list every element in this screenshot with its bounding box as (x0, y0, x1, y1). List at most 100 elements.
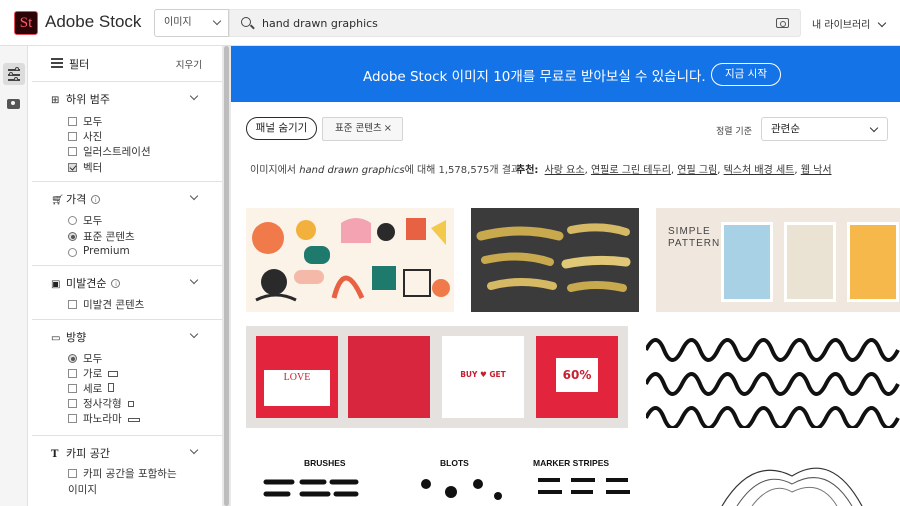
checkbox[interactable] (68, 369, 77, 378)
filter-section-copy-space: T 카피 공간 카피 공간을 포함하는 이미지 (32, 436, 222, 506)
square-icon (127, 401, 134, 407)
suggestion-link[interactable]: 연필 그림 (677, 165, 717, 176)
chevron-down-icon[interactable] (189, 91, 199, 101)
valentine-card: 60% (536, 336, 618, 418)
thumbnail-hands-sketch[interactable] (692, 444, 900, 506)
filter-section-undiscovered: ▣ 미발견순 i 미발견 콘텐츠 (32, 266, 222, 320)
hide-panel-button[interactable]: 패널 숨기기 (246, 117, 317, 140)
filter-section-orientation: ▭ 방향 모두 가로 세로 정사각형 파노라마 (32, 320, 222, 436)
checkbox[interactable] (68, 132, 77, 141)
section-header[interactable]: ▭ 방향 (51, 329, 86, 345)
suggestion-link[interactable]: 웹 낙서 (801, 165, 832, 176)
start-now-button[interactable]: 지금 시작 (711, 63, 781, 86)
sort-value: 관련순 (771, 123, 800, 135)
suggestions: 추천: 사랑 요소, 연필로 그린 테두리, 연필 그림, 텍스처 배경 세트,… (516, 165, 832, 176)
thumbnail-simple-pattern[interactable]: SIMPLE PATTERN (656, 208, 900, 312)
close-icon[interactable]: × (384, 118, 392, 140)
category-grid-icon: ⊞ (51, 95, 60, 106)
thumbnail-abstract-shapes[interactable] (246, 208, 454, 312)
filter-panel: 필터 지우기 ⊞ 하위 범주 모두 사진 일러스트레이션 벡터 🛒︎ 가격 i 모두 … (32, 46, 222, 506)
checkbox[interactable] (68, 384, 77, 393)
camera-icon[interactable] (776, 18, 789, 28)
filter-section-price: 🛒︎ 가격 i 모두 표준 콘텐츠 Premium (32, 182, 222, 266)
scribbles-image (646, 338, 900, 428)
checkbox[interactable] (68, 147, 77, 156)
suggestion-link[interactable]: 텍스처 배경 세트 (724, 165, 795, 176)
portrait-icon (108, 383, 115, 392)
top-bar: St Adobe Stock 이미지 내 라이브러리 (0, 0, 900, 46)
brush-samples-image (263, 478, 630, 500)
app-title[interactable]: Adobe Stock (45, 12, 141, 32)
suggestions-label: 추천: (516, 165, 539, 176)
search-bar (229, 9, 801, 37)
chip-label: 표준 콘텐츠 (335, 123, 382, 134)
abstract-shapes-image (252, 218, 450, 302)
info-icon[interactable]: i (111, 279, 121, 288)
radio[interactable] (68, 248, 77, 257)
filter-title: 필터 (69, 58, 90, 71)
asset-type-select[interactable]: 이미지 (154, 9, 229, 37)
thumbnail-valentine-cards[interactable]: LOVE BUY ♥ GET 60% (246, 326, 628, 428)
checkbox[interactable] (68, 300, 77, 309)
orientation-icon: ▭ (51, 333, 61, 344)
checkbox[interactable] (68, 399, 77, 408)
suggestion-link[interactable]: 연필로 그린 테두리 (591, 165, 671, 176)
cart-icon: 🛒︎ (51, 195, 64, 206)
result-query: hand drawn graphics (299, 165, 405, 176)
checkbox[interactable] (68, 163, 77, 172)
section-header[interactable]: T 카피 공간 (51, 445, 110, 461)
adobe-stock-logo[interactable]: St (14, 11, 38, 35)
result-count: 이미지에서 hand drawn graphics에 대해 1,578,575개… (250, 165, 521, 176)
hands-sketch-image (721, 467, 863, 506)
filter-sliders-icon (51, 57, 63, 69)
checkbox[interactable] (68, 469, 77, 478)
suggestion-link[interactable]: 사랑 요소 (545, 165, 585, 176)
thumbnail-curly-scribbles[interactable] (646, 326, 900, 428)
camera-icon[interactable] (7, 99, 20, 109)
asset-type-value: 이미지 (164, 17, 192, 28)
image-icon: ▣ (51, 279, 61, 290)
filter-section-category: ⊞ 하위 범주 모두 사진 일러스트레이션 벡터 (32, 82, 222, 182)
search-input[interactable] (262, 14, 762, 32)
info-icon[interactable]: i (91, 195, 101, 204)
pattern-card (784, 222, 836, 302)
chevron-down-icon (869, 123, 879, 133)
radio[interactable] (68, 232, 77, 241)
chevron-down-icon[interactable] (189, 329, 199, 339)
chevron-down-icon[interactable] (189, 191, 199, 201)
promo-banner: Adobe Stock 이미지 10개를 무료로 받아보실 수 있습니다. 지금… (231, 46, 900, 102)
valentine-card (348, 336, 430, 418)
pattern-card (721, 222, 773, 302)
sort-select[interactable]: 관련순 (761, 117, 888, 141)
landscape-icon (108, 371, 119, 377)
my-library-menu[interactable]: 내 라이브러리 (812, 16, 887, 31)
panel-scrollbar[interactable] (222, 46, 231, 506)
search-icon[interactable] (241, 17, 251, 27)
section-header[interactable]: 🛒︎ 가격 i (51, 191, 101, 207)
filter-chip-standard[interactable]: 표준 콘텐츠 × (322, 117, 403, 141)
valentine-card: BUY ♥ GET (442, 336, 524, 418)
promo-text: Adobe Stock 이미지 10개를 무료로 받아보실 수 있습니다. (363, 69, 706, 85)
scrollbar-thumb[interactable] (224, 46, 229, 506)
checkbox[interactable] (68, 414, 77, 423)
valentine-card: LOVE (256, 336, 338, 418)
chevron-down-icon[interactable] (189, 275, 199, 285)
filter-sliders-icon[interactable] (3, 63, 25, 85)
radio[interactable] (68, 216, 77, 225)
sort-label: 정렬 기준 (716, 127, 752, 137)
thumbnail-brushes-blots[interactable]: BRUSHES BLOTS MARKER STRIPES (246, 444, 674, 506)
section-header[interactable]: ⊞ 하위 범주 (51, 91, 110, 107)
section-header[interactable]: ▣ 미발견순 i (51, 275, 121, 291)
checkbox[interactable] (68, 117, 77, 126)
blots-heading: BLOTS (440, 458, 469, 468)
clear-filters-button[interactable]: 지우기 (176, 57, 202, 71)
filter-panel-header: 필터 지우기 (32, 46, 222, 82)
my-library-label: 내 라이브러리 (812, 20, 871, 31)
text-icon: T (51, 449, 59, 460)
radio[interactable] (68, 354, 77, 363)
chevron-down-icon[interactable] (189, 445, 199, 455)
gold-strokes-image (476, 223, 631, 292)
marker-stripes-heading: MARKER STRIPES (533, 458, 610, 468)
thumbnail-gold-brush-strokes[interactable] (471, 208, 639, 312)
pattern-card (847, 222, 899, 302)
